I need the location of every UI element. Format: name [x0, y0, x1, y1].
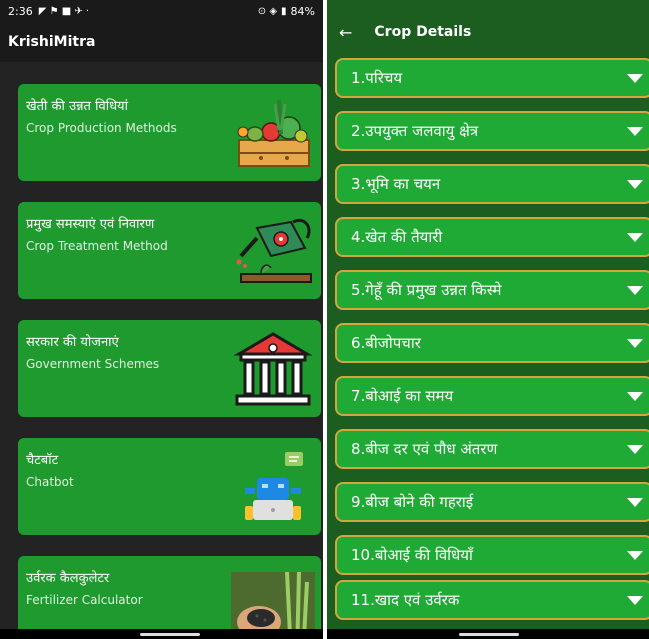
home-screen: 2:36 ◤ ⚑ ■ ✈ · ⊙ ◈ ▮ 84% KrishiMitra खेत… — [0, 0, 323, 639]
card-hindi-title: प्रमुख समस्याएं एवं निवारण — [26, 217, 155, 232]
battery-level: 84% — [290, 4, 315, 18]
card-english-title: Fertilizer Calculator — [26, 593, 143, 607]
menu-card-chatbot[interactable]: चैटबॉट Chatbot — [18, 438, 321, 535]
accordion-item[interactable]: 1.परिचय — [335, 58, 649, 98]
accordion-label: 10.बोआई की विधियाँ — [351, 546, 473, 564]
home-gesture-pill[interactable] — [140, 633, 200, 636]
accordion-item[interactable]: 9.बीज बोने की गहराई — [335, 482, 649, 522]
card-english-title: Government Schemes — [26, 357, 160, 371]
chevron-down-icon — [627, 445, 643, 454]
chevron-down-icon — [627, 74, 643, 83]
accordion-item[interactable]: 10.बोआई की विधियाँ — [335, 535, 649, 575]
chevron-down-icon — [627, 180, 643, 189]
back-arrow-icon[interactable]: ← — [339, 23, 352, 42]
accordion-item[interactable]: 5.गेहूँ की प्रमुख उन्नत किस्मे — [335, 270, 649, 310]
government-building-icon — [233, 332, 313, 406]
notification-icons: ◤ ⚑ ■ ✈ · — [38, 5, 90, 17]
accordion-item[interactable]: 2.उपयुक्त जलवायु क्षेत्र — [335, 111, 649, 151]
home-gesture-pill[interactable] — [459, 633, 519, 636]
chevron-down-icon — [627, 286, 643, 295]
accordion-item[interactable]: 3.भूमि का चयन — [335, 164, 649, 204]
chevron-down-icon — [627, 551, 643, 560]
app-bar: KrishiMitra — [0, 22, 323, 62]
accordion-item[interactable]: 4.खेत की तैयारी — [335, 217, 649, 257]
card-english-title: Chatbot — [26, 475, 74, 489]
accordion-label: 6.बीजोपचार — [351, 334, 421, 352]
card-hindi-title: उर्वरक कैलकुलेटर — [26, 571, 110, 586]
menu-card-government-schemes[interactable]: सरकार की योजनाएं Government Schemes — [18, 320, 321, 417]
accordion-label: 9.बीज बोने की गहराई — [351, 493, 474, 511]
accordion-label: 5.गेहूँ की प्रमुख उन्नत किस्मे — [351, 281, 502, 299]
card-hindi-title: चैटबॉट — [26, 453, 59, 468]
status-bar: 2:36 ◤ ⚑ ■ ✈ · ⊙ ◈ ▮ 84% — [0, 0, 323, 22]
card-hindi-title: खेती की उन्नत विधियां — [26, 99, 128, 114]
chevron-down-icon — [627, 339, 643, 348]
card-hindi-title: सरकार की योजनाएं — [26, 335, 119, 350]
accordion-label: 2.उपयुक्त जलवायु क्षेत्र — [351, 122, 479, 140]
chevron-down-icon — [627, 596, 643, 605]
system-nav-bar — [0, 629, 323, 639]
chevron-down-icon — [627, 127, 643, 136]
chevron-down-icon — [627, 233, 643, 242]
accordion-label: 8.बीज दर एवं पौध अंतरण — [351, 440, 498, 458]
menu-card-fertilizer-calculator[interactable]: उर्वरक कैलकुलेटर Fertilizer Calculator — [18, 556, 321, 639]
accordion-item[interactable]: 6.बीजोपचार — [335, 323, 649, 363]
menu-card-crop-treatment[interactable]: प्रमुख समस्याएं एवं निवारण Crop Treatmen… — [18, 202, 321, 299]
app-title: KrishiMitra — [8, 34, 96, 50]
menu-card-crop-production[interactable]: खेती की उन्नत विधियां Crop Production Me… — [18, 84, 321, 181]
app-bar: ← Crop Details — [327, 12, 649, 52]
card-english-title: Crop Production Methods — [26, 121, 177, 135]
accordion-label: 4.खेत की तैयारी — [351, 228, 443, 246]
accordion-item[interactable]: 7.बोआई का समय — [335, 376, 649, 416]
page-title: Crop Details — [374, 24, 472, 40]
accordion-label: 11.खाद एवं उर्वरक — [351, 591, 460, 609]
robot-icon — [245, 452, 303, 520]
watering-can-icon — [236, 219, 312, 283]
status-bar-spacer — [327, 0, 649, 12]
accordion-item[interactable]: 11.खाद एवं उर्वरक — [335, 580, 649, 620]
accordion-label: 3.भूमि का चयन — [351, 175, 441, 193]
system-nav-bar — [327, 629, 649, 639]
accordion-item[interactable]: 8.बीज दर एवं पौध अंतरण — [335, 429, 649, 469]
chevron-down-icon — [627, 498, 643, 507]
chevron-down-icon — [627, 392, 643, 401]
vegetable-crate-icon — [237, 99, 310, 167]
accordion-label: 1.परिचय — [351, 69, 403, 87]
accordion-label: 7.बोआई का समय — [351, 387, 454, 405]
status-time: 2:36 — [8, 4, 33, 18]
battery-icon: ▮ — [281, 5, 287, 17]
wifi-icon: ⊙ ◈ — [257, 5, 278, 17]
card-english-title: Crop Treatment Method — [26, 239, 168, 253]
crop-details-screen: ← Crop Details 1.परिचय 2.उपयुक्त जलवायु … — [327, 0, 649, 639]
